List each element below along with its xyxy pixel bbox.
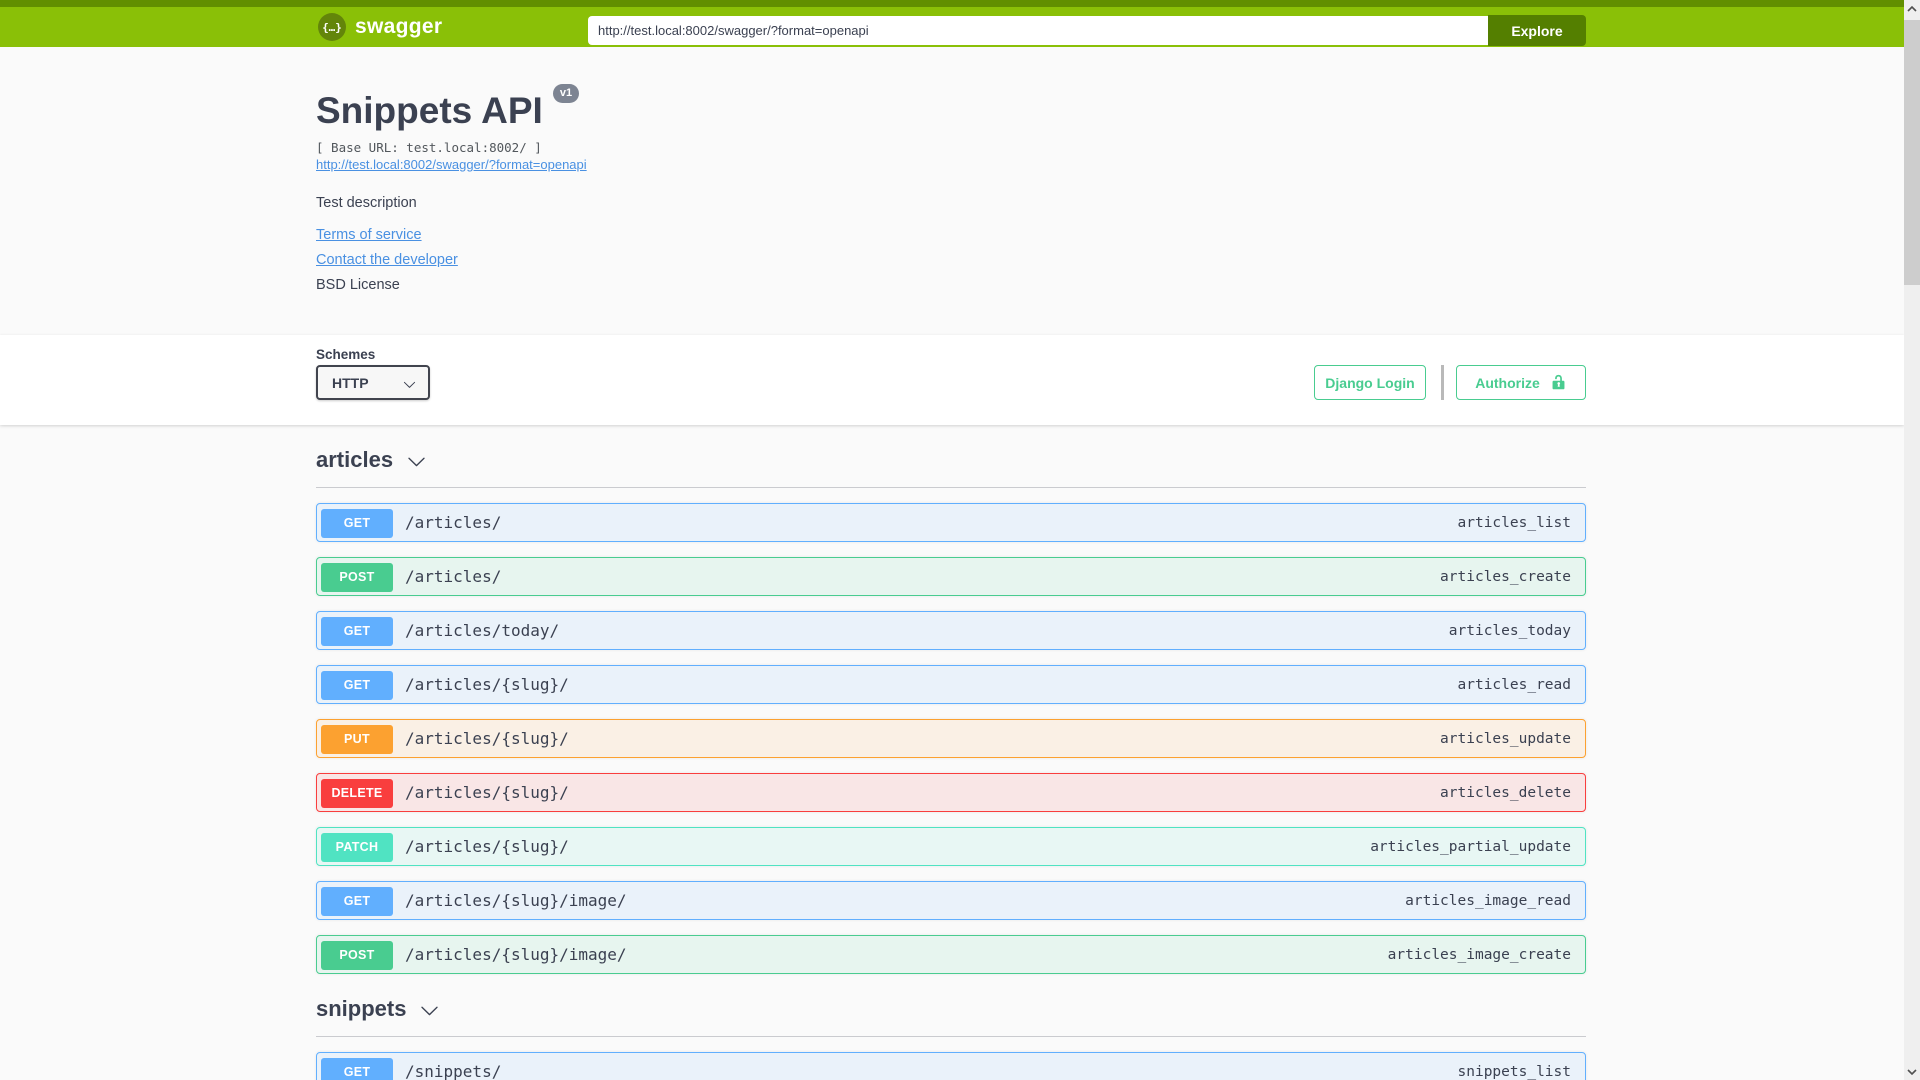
operation-row[interactable]: GET /articles/today/ articles_today [316,611,1586,650]
method-badge: GET [321,671,393,700]
schemes-label: Schemes [316,347,376,362]
scrollbar-thumb[interactable] [1904,20,1920,285]
page-title: Snippets API v1 [316,84,580,132]
method-badge: POST [321,563,393,592]
operation-path: /articles/ [405,513,502,532]
operation-id: articles_create [1440,569,1571,585]
license-text: BSD License [316,277,400,293]
operation-row[interactable]: GET /snippets/ snippets_list [316,1052,1586,1080]
swagger-logo-icon: {…} [318,13,346,41]
operation-row[interactable]: DELETE /articles/{slug}/ articles_delete [316,773,1586,812]
authorize-label: Authorize [1475,374,1540,391]
operation-row[interactable]: PUT /articles/{slug}/ articles_update [316,719,1586,758]
tag-divider [316,1036,1586,1037]
operation-id: articles_list [1457,515,1572,531]
tag-header[interactable]: snippets [316,994,1586,1024]
operation-id: articles_read [1457,677,1572,693]
tag-title: snippets [316,996,407,1021]
vertical-scrollbar[interactable] [1904,0,1920,1080]
operation-path: /articles/{slug}/ [405,837,569,856]
operation-row[interactable]: GET /articles/ articles_list [316,503,1586,542]
tag-title: articles [316,447,394,472]
explore-button[interactable]: Explore [1488,15,1586,46]
spec-link[interactable]: http://test.local:8002/swagger/?format=o… [316,157,587,172]
operation-row[interactable]: POST /articles/ articles_create [316,557,1586,596]
operation-row[interactable]: PATCH /articles/{slug}/ articles_partial… [316,827,1586,866]
operation-id: articles_image_read [1405,893,1571,909]
spec-url-input[interactable] [588,16,1488,45]
swagger-logo: {…} swagger [318,13,442,41]
django-login-button[interactable]: Django Login [1314,365,1426,400]
tag-rows: GET /snippets/ snippets_list [316,1052,1586,1080]
operation-path: /articles/{slug}/ [405,729,569,748]
operation-id: articles_delete [1440,785,1571,801]
method-badge: GET [321,1058,393,1080]
operation-id: articles_today [1448,623,1571,639]
method-badge: PUT [321,725,393,754]
api-title-text: Snippets API [316,90,543,131]
method-badge: GET [321,617,393,646]
method-badge: GET [321,887,393,916]
contact-developer-link[interactable]: Contact the developer [316,252,458,268]
method-badge: DELETE [321,779,393,808]
operation-id: articles_image_create [1387,947,1571,963]
scheme-container: Schemes HTTP Django Login Authorize [0,335,1904,425]
operation-id: articles_update [1440,731,1571,747]
operation-id: articles_partial_update [1370,839,1571,855]
operations-sections: articles GET /articles/ articles_list PO… [316,445,1586,1080]
method-badge: GET [321,509,393,538]
authorize-button[interactable]: Authorize [1456,365,1586,400]
method-badge: PATCH [321,833,393,862]
method-badge: POST [321,941,393,970]
operation-id: snippets_list [1457,1064,1572,1080]
tag-section: articles GET /articles/ articles_list PO… [316,445,1586,974]
tag-header[interactable]: articles [316,445,1586,475]
operation-row[interactable]: GET /articles/{slug}/ articles_read [316,665,1586,704]
operation-path: /snippets/ [405,1062,502,1080]
operation-path: /articles/{slug}/ [405,675,569,694]
swagger-logo-text: swagger [355,15,443,38]
operation-path: /articles/{slug}/ [405,783,569,802]
chevron-down-icon [403,378,416,394]
chevron-down-icon [408,457,425,467]
chevron-down-icon [421,1006,439,1016]
version-badge: v1 [552,84,580,103]
operation-row[interactable]: GET /articles/{slug}/image/ articles_ima… [316,881,1586,920]
unlocked-padlock-icon [1550,374,1567,391]
topbar: {…} swagger Explore [0,0,1904,47]
auth-wrapper: Django Login Authorize [1314,365,1586,400]
operation-path: /articles/ [405,567,502,586]
scroll-up-arrow-icon[interactable] [1904,0,1920,17]
auth-divider [1441,365,1444,400]
tag-section: snippets GET /snippets/ snippets_list [316,994,1586,1080]
operation-path: /articles/{slug}/image/ [405,891,627,910]
operation-row[interactable]: POST /articles/{slug}/image/ articles_im… [316,935,1586,974]
terms-of-service-link[interactable]: Terms of service [316,227,422,243]
scheme-select[interactable]: HTTP [316,365,430,400]
operation-path: /articles/today/ [405,621,560,640]
scroll-down-arrow-icon[interactable] [1904,1063,1920,1080]
scheme-selected-value: HTTP [332,374,369,391]
api-description: Test description [316,195,417,211]
operation-path: /articles/{slug}/image/ [405,945,627,964]
tag-rows: GET /articles/ articles_list POST /artic… [316,503,1586,974]
base-url: [ Base URL: test.local:8002/ ] [316,140,542,155]
tag-divider [316,487,1586,488]
